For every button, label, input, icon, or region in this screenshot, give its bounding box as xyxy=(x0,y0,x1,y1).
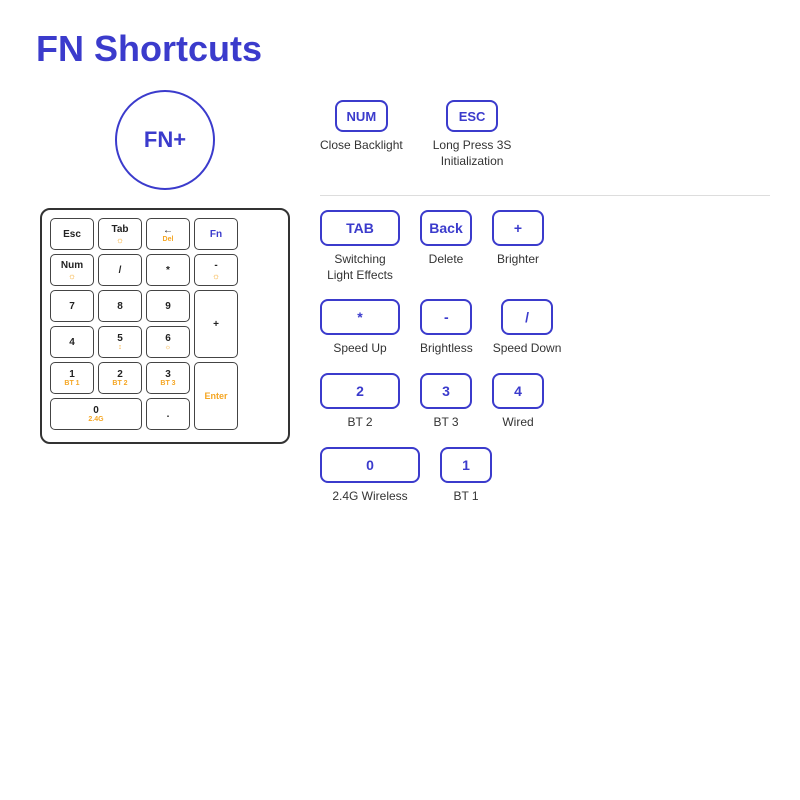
key-2: 2BT 2 xyxy=(98,362,142,394)
shortcut-label-plus: Brighter xyxy=(497,252,539,268)
shortcut-key-3: 3 xyxy=(420,373,472,409)
key-5: 5↕ xyxy=(98,326,142,358)
key-9: 9 xyxy=(146,290,190,322)
shortcut-4: 4 Wired xyxy=(492,373,544,431)
shortcut-row-4: 0 2.4G Wireless 1 BT 1 xyxy=(320,447,770,505)
kb-row-6: 02.4G . xyxy=(50,398,190,430)
kb-row-3b: 4 5↕ 6☼ xyxy=(50,326,190,358)
shortcut-key-esc: ESC xyxy=(446,100,498,132)
shortcut-back: Back Delete xyxy=(420,210,472,283)
key-mul: * xyxy=(146,254,190,286)
shortcuts-top-row: NUM Close Backlight ESC Long Press 3SIni… xyxy=(320,90,770,169)
key-tab: Tab☼ xyxy=(98,218,142,250)
shortcut-label-slash: Speed Down xyxy=(493,341,562,357)
shortcut-esc: ESC Long Press 3SInitialization xyxy=(433,100,512,169)
shortcut-label-star: Speed Up xyxy=(333,341,386,357)
shortcut-row-2: * Speed Up - Brightless / Speed Down xyxy=(320,299,770,357)
key-4: 4 xyxy=(50,326,94,358)
kb-row-3a: 7 8 9 xyxy=(50,290,190,322)
key-7: 7 xyxy=(50,290,94,322)
shortcut-key-1: 1 xyxy=(440,447,492,483)
shortcut-0: 0 2.4G Wireless xyxy=(320,447,420,505)
kb-row-2: Num☼ / * -☼ xyxy=(50,254,280,286)
shortcut-label-0: 2.4G Wireless xyxy=(332,489,407,505)
shortcut-key-back: Back xyxy=(420,210,472,246)
key-minus: -☼ xyxy=(194,254,238,286)
shortcut-key-num: NUM xyxy=(335,100,389,132)
shortcut-slash: / Speed Down xyxy=(493,299,562,357)
fn-label: FN+ xyxy=(144,127,186,153)
shortcuts-panel: NUM Close Backlight ESC Long Press 3SIni… xyxy=(320,90,770,504)
shortcut-tab: TAB SwitchingLight Effects xyxy=(320,210,400,283)
key-plus: + xyxy=(194,290,238,358)
shortcut-key-2: 2 xyxy=(320,373,400,409)
key-fn: Fn xyxy=(194,218,238,250)
shortcut-label-hyphen: Brightless xyxy=(420,341,473,357)
shortcut-key-plus: + xyxy=(492,210,544,246)
page-title: FN Shortcuts xyxy=(0,0,800,70)
shortcut-label-1: BT 1 xyxy=(453,489,478,505)
key-3: 3BT 3 xyxy=(146,362,190,394)
shortcut-rows: TAB SwitchingLight Effects Back Delete +… xyxy=(320,210,770,504)
shortcut-row-1: TAB SwitchingLight Effects Back Delete +… xyxy=(320,210,770,283)
key-6: 6☼ xyxy=(146,326,190,358)
shortcut-key-slash: / xyxy=(501,299,553,335)
shortcut-key-tab: TAB xyxy=(320,210,400,246)
key-dot: . xyxy=(146,398,190,430)
key-esc: Esc xyxy=(50,218,94,250)
key-num: Num☼ xyxy=(50,254,94,286)
shortcut-label-3: BT 3 xyxy=(433,415,458,431)
key-0: 02.4G xyxy=(50,398,142,430)
shortcut-key-4: 4 xyxy=(492,373,544,409)
shortcut-num: NUM Close Backlight xyxy=(320,100,403,169)
shortcut-hyphen: - Brightless xyxy=(420,299,473,357)
key-div: / xyxy=(98,254,142,286)
shortcut-label-num: Close Backlight xyxy=(320,138,403,154)
divider-1 xyxy=(320,195,770,196)
kb-row-1: Esc Tab☼ ←Del Fn xyxy=(50,218,280,250)
shortcut-plus: + Brighter xyxy=(492,210,544,283)
shortcut-2: 2 BT 2 xyxy=(320,373,400,431)
shortcut-key-star: * xyxy=(320,299,400,335)
key-8: 8 xyxy=(98,290,142,322)
shortcut-label-back: Delete xyxy=(429,252,464,268)
shortcut-label-tab: SwitchingLight Effects xyxy=(327,252,393,283)
shortcut-label-4: Wired xyxy=(502,415,533,431)
shortcut-star: * Speed Up xyxy=(320,299,400,357)
shortcut-key-0: 0 xyxy=(320,447,420,483)
shortcut-key-hyphen: - xyxy=(420,299,472,335)
fn-circle: FN+ xyxy=(115,90,215,190)
key-1: 1BT 1 xyxy=(50,362,94,394)
keyboard-diagram: Esc Tab☼ ←Del Fn Num☼ / * -☼ 7 8 9 xyxy=(40,208,290,444)
shortcut-label-2: BT 2 xyxy=(347,415,372,431)
shortcut-3: 3 BT 3 xyxy=(420,373,472,431)
key-enter: Enter xyxy=(194,362,238,430)
shortcut-row-3: 2 BT 2 3 BT 3 4 Wired xyxy=(320,373,770,431)
kb-row-5: 1BT 1 2BT 2 3BT 3 xyxy=(50,362,190,394)
shortcut-label-esc: Long Press 3SInitialization xyxy=(433,138,512,169)
key-backspace: ←Del xyxy=(146,218,190,250)
shortcut-1: 1 BT 1 xyxy=(440,447,492,505)
